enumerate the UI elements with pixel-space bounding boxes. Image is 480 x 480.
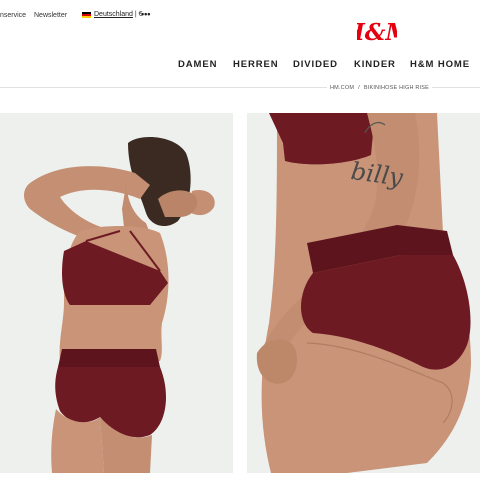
main-nav: DAMEN HERREN DIVIDED KINDER H&M HOME <box>0 59 480 73</box>
product-image-detail-view[interactable]: billy <box>247 113 480 473</box>
logo-text: H&M <box>357 19 397 46</box>
breadcrumb-current: BIKINIHOSE HIGH RISE <box>363 85 429 91</box>
newsletter-link[interactable]: Newsletter <box>34 12 67 19</box>
nav-item-damen[interactable]: DAMEN <box>178 59 217 70</box>
breadcrumb-separator: / <box>358 85 360 91</box>
breadcrumb-home[interactable]: HM.COM <box>330 85 354 91</box>
product-image-back-view[interactable] <box>0 113 233 473</box>
nav-item-herren[interactable]: HERREN <box>233 59 279 70</box>
utility-bar: nservice Newsletter Deutschland | € ••• <box>0 0 480 30</box>
more-options-icon[interactable]: ••• <box>141 9 150 19</box>
country-label[interactable]: Deutschland <box>94 11 133 18</box>
hm-logo[interactable]: H&M <box>357 16 397 46</box>
nav-item-kinder[interactable]: KINDER <box>354 59 396 70</box>
nav-item-hm-home[interactable]: H&M HOME <box>410 59 470 70</box>
german-flag-icon <box>82 11 91 18</box>
country-selector[interactable]: Deutschland | € <box>82 11 143 18</box>
breadcrumb: HM.COM / BIKINIHOSE HIGH RISE <box>327 85 432 91</box>
nav-item-divided[interactable]: DIVIDED <box>293 59 338 70</box>
customer-service-link[interactable]: nservice <box>0 12 26 19</box>
